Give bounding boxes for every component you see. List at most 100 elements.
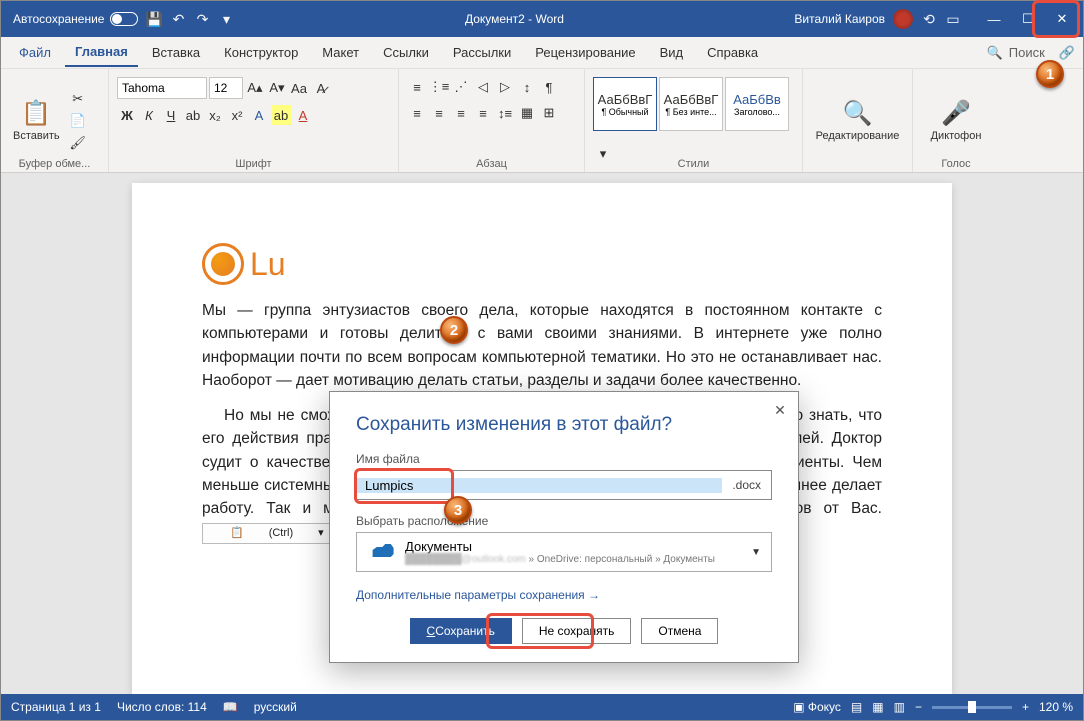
- editing-button[interactable]: 🔍 Редактирование: [812, 97, 904, 144]
- toggle-icon[interactable]: [110, 12, 138, 26]
- format-painter-icon[interactable]: 🖌: [68, 133, 88, 153]
- find-icon: 🔍: [843, 99, 873, 128]
- filename-input[interactable]: [357, 478, 722, 493]
- search-box[interactable]: 🔍 Поиск: [987, 45, 1045, 61]
- ribbon-tabs: Файл Главная Вставка Конструктор Макет С…: [1, 37, 1083, 69]
- status-bar: Страница 1 из 1 Число слов: 114 📖 русски…: [1, 694, 1083, 720]
- more-save-options-link[interactable]: Дополнительные параметры сохранения →: [356, 588, 600, 602]
- dialog-close-button[interactable]: ✕: [770, 400, 790, 420]
- view-print-icon[interactable]: ▤: [851, 700, 862, 714]
- change-case-icon[interactable]: Aa: [289, 78, 309, 98]
- tab-file[interactable]: Файл: [9, 39, 61, 66]
- sort-icon[interactable]: ↕: [517, 77, 537, 97]
- callout-1: 1: [1036, 60, 1064, 88]
- word-count[interactable]: Число слов: 114: [117, 700, 207, 714]
- view-web-icon[interactable]: ▥: [894, 700, 905, 714]
- style-no-spacing[interactable]: АаБбВвГ ¶ Без инте...: [659, 77, 723, 131]
- minimize-button[interactable]: —: [977, 1, 1011, 37]
- zoom-slider[interactable]: [932, 706, 1012, 709]
- borders-icon[interactable]: ⊞: [539, 103, 559, 123]
- italic-button[interactable]: К: [139, 105, 159, 125]
- tab-view[interactable]: Вид: [650, 39, 694, 66]
- location-select[interactable]: Документы ████████@outlook.com » OneDriv…: [356, 532, 772, 572]
- cut-icon[interactable]: ✂: [68, 89, 88, 109]
- location-label: Выбрать расположение: [356, 514, 772, 528]
- shading-icon[interactable]: ▦: [517, 103, 537, 123]
- cancel-button[interactable]: Отмена: [641, 618, 718, 644]
- zoom-level[interactable]: 120 %: [1039, 700, 1073, 714]
- file-extension[interactable]: .docx: [722, 478, 771, 492]
- autosave-toggle[interactable]: Автосохранение: [13, 12, 138, 26]
- highlight-icon[interactable]: ab: [271, 105, 291, 125]
- tab-references[interactable]: Ссылки: [373, 39, 439, 66]
- superscript-button[interactable]: x²: [227, 105, 247, 125]
- save-dialog: ✕ Сохранить изменения в этот файл? Имя ф…: [329, 391, 799, 663]
- align-center-icon[interactable]: ≡: [429, 103, 449, 123]
- bullets-icon[interactable]: ≡: [407, 77, 427, 97]
- indent-icon[interactable]: ▷: [495, 77, 515, 97]
- clear-format-icon[interactable]: A̷: [311, 78, 331, 98]
- ribbon-mode-icon[interactable]: ▭: [945, 11, 961, 27]
- justify-icon[interactable]: ≡: [473, 103, 493, 123]
- page-indicator[interactable]: Страница 1 из 1: [11, 700, 101, 714]
- qat-dropdown-icon[interactable]: ▾: [218, 11, 234, 27]
- undo-icon[interactable]: ↶: [170, 11, 186, 27]
- subscript-button[interactable]: x₂: [205, 105, 225, 125]
- focus-mode[interactable]: ▣ Фокус: [793, 700, 841, 714]
- font-color-icon[interactable]: A: [293, 105, 313, 125]
- line-spacing-icon[interactable]: ↕≡: [495, 103, 515, 123]
- copy-icon[interactable]: 📄: [68, 111, 88, 131]
- save-button[interactable]: ССохранить: [410, 618, 512, 644]
- document-area[interactable]: Lu Мы — группа энтузиастов своего дела, …: [1, 173, 1083, 694]
- tab-help[interactable]: Справка: [697, 39, 768, 66]
- zoom-out-button[interactable]: −: [915, 700, 922, 714]
- close-button[interactable]: ✕: [1045, 1, 1079, 37]
- tab-insert[interactable]: Вставка: [142, 39, 210, 66]
- voice-group-label: Голос: [913, 158, 999, 170]
- language-indicator[interactable]: русский: [254, 700, 297, 714]
- maximize-button[interactable]: ☐: [1011, 1, 1045, 37]
- outdent-icon[interactable]: ◁: [473, 77, 493, 97]
- grow-font-icon[interactable]: A▴: [245, 78, 265, 98]
- options-icon[interactable]: ⟲: [921, 11, 937, 27]
- logo-text: Lu: [250, 246, 286, 283]
- font-name-select[interactable]: Tahoma: [117, 77, 207, 99]
- save-icon[interactable]: 💾: [146, 11, 162, 27]
- text-effects-icon[interactable]: A: [249, 105, 269, 125]
- show-marks-icon[interactable]: ¶: [539, 77, 559, 97]
- style-normal[interactable]: АаБбВвГ ¶ Обычный: [593, 77, 657, 131]
- dictate-button[interactable]: 🎤 Диктофон: [927, 97, 986, 144]
- chevron-down-icon[interactable]: ▼: [751, 547, 761, 558]
- spellcheck-icon[interactable]: 📖: [223, 700, 238, 714]
- redo-icon[interactable]: ↷: [194, 11, 210, 27]
- multilevel-icon[interactable]: ⋰: [451, 77, 471, 97]
- tab-review[interactable]: Рецензирование: [525, 39, 645, 66]
- callout-3: 3: [444, 496, 472, 524]
- align-left-icon[interactable]: ≡: [407, 103, 427, 123]
- user-avatar[interactable]: [893, 9, 913, 29]
- tab-home[interactable]: Главная: [65, 38, 138, 67]
- underline-button[interactable]: Ч: [161, 105, 181, 125]
- tab-mailings[interactable]: Рассылки: [443, 39, 521, 66]
- mic-icon: 🎤: [941, 99, 971, 128]
- user-name: Виталий Каиров: [794, 12, 885, 26]
- style-heading[interactable]: АаБбВв Заголово...: [725, 77, 789, 131]
- tab-layout[interactable]: Макет: [312, 39, 369, 66]
- numbering-icon[interactable]: ⋮≡: [429, 77, 449, 97]
- search-icon: 🔍: [987, 45, 1003, 61]
- paste-button[interactable]: 📋 Вставить: [9, 97, 64, 144]
- font-group-label: Шрифт: [109, 158, 398, 170]
- share-button[interactable]: 🔗: [1059, 45, 1075, 61]
- align-right-icon[interactable]: ≡: [451, 103, 471, 123]
- paste-options-badge[interactable]: 📋 (Ctrl) ▾: [202, 523, 330, 544]
- shrink-font-icon[interactable]: A▾: [267, 78, 287, 98]
- clipboard-group-label: Буфер обме...: [1, 158, 108, 170]
- dont-save-button[interactable]: Не сохранять: [522, 618, 632, 644]
- bold-button[interactable]: Ж: [117, 105, 137, 125]
- strike-button[interactable]: ab: [183, 105, 203, 125]
- view-read-icon[interactable]: ▦: [872, 700, 883, 714]
- title-bar: Автосохранение 💾 ↶ ↷ ▾ Документ2 - Word …: [1, 1, 1083, 37]
- zoom-in-button[interactable]: +: [1022, 700, 1029, 714]
- font-size-select[interactable]: 12: [209, 77, 243, 99]
- tab-design[interactable]: Конструктор: [214, 39, 308, 66]
